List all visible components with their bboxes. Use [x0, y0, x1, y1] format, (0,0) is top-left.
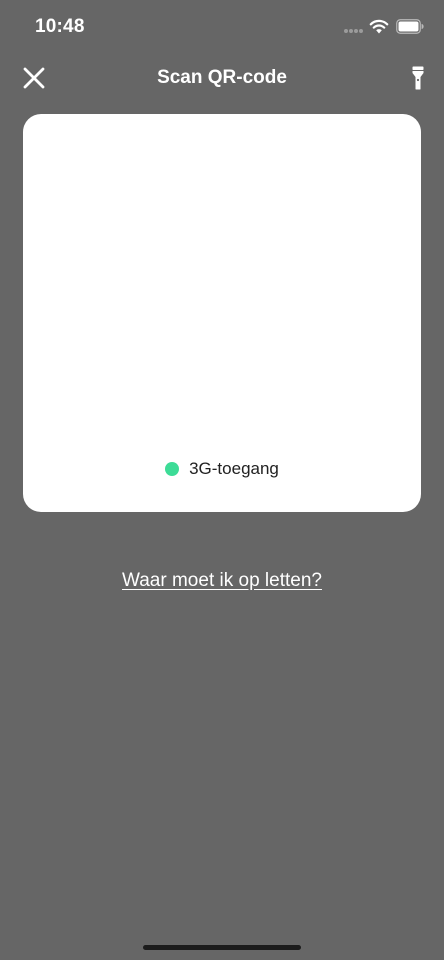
battery-icon: [396, 19, 424, 34]
flashlight-button[interactable]: [404, 62, 432, 94]
page-title: Scan QR-code: [157, 67, 287, 88]
home-indicator[interactable]: [143, 945, 301, 950]
access-indicator: 3G-toegang: [23, 459, 421, 479]
status-bar: 10:48: [0, 0, 444, 56]
status-time: 10:48: [35, 16, 85, 37]
access-label: 3G-toegang: [189, 459, 279, 478]
help-link[interactable]: Waar moet ik op letten?: [0, 570, 444, 592]
qr-scanner-viewfinder[interactable]: 3G-toegang: [23, 114, 421, 512]
flashlight-icon: [412, 66, 424, 90]
status-dot-icon: [165, 462, 180, 476]
signal-dots-icon: [344, 29, 364, 35]
nav-bar: Scan QR-code: [0, 56, 444, 100]
wifi-icon: [369, 19, 389, 34]
scanner-screen: 10:48 Scan QR-code 3G-toegang Waar moet …: [0, 0, 444, 960]
